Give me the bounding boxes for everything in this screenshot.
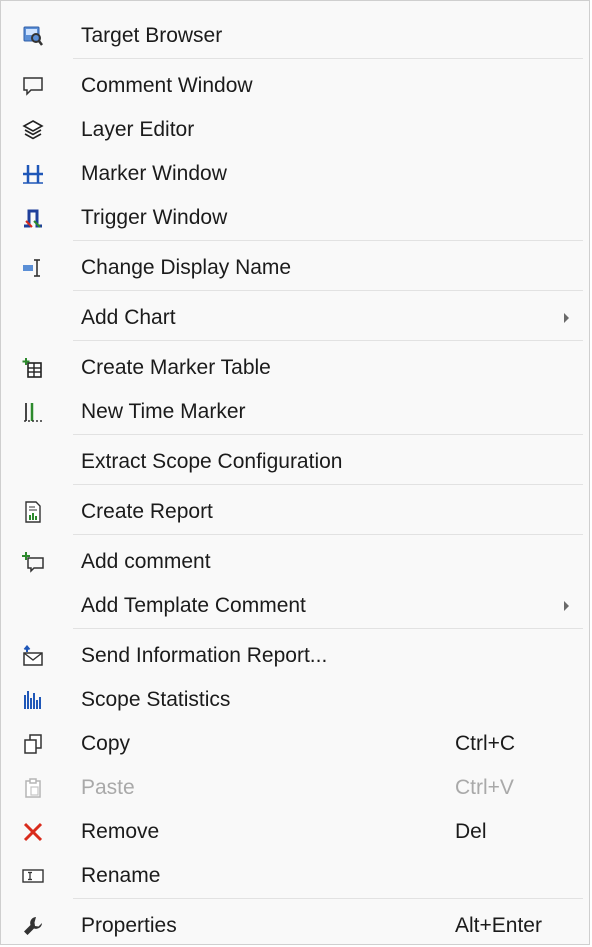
- menu-item-remove[interactable]: Remove Del: [9, 812, 581, 852]
- menu-item-label: Target Browser: [81, 24, 223, 47]
- menu-item-label: Create Marker Table: [81, 356, 271, 379]
- wrench-icon: [21, 914, 45, 938]
- layers-icon: [21, 118, 45, 142]
- rename-icon: [21, 864, 45, 888]
- menu-item-label: Create Report: [81, 500, 213, 523]
- menu-item-label: Change Display Name: [81, 256, 292, 279]
- menu-separator: [73, 534, 583, 535]
- menu-item-label: Copy: [81, 732, 131, 755]
- menu-item-trigger-window[interactable]: Trigger Window: [9, 198, 581, 238]
- shortcut-label: Ctrl+C: [455, 732, 516, 755]
- report-icon: [21, 500, 45, 524]
- menu-item-label: Rename: [81, 864, 161, 887]
- menu-item-label: Send Information Report...: [81, 644, 328, 667]
- marker-table-icon: [21, 356, 45, 380]
- copy-icon: [21, 732, 45, 756]
- add-comment-icon: [21, 550, 45, 574]
- menu-item-label: Layer Editor: [81, 118, 195, 141]
- target-browser-icon: [21, 24, 45, 48]
- menu-separator: [73, 434, 583, 435]
- menu-separator: [73, 898, 583, 899]
- menu-item-label: Add Template Comment: [81, 594, 306, 617]
- menu-item-new-time-marker[interactable]: New Time Marker: [9, 392, 581, 432]
- menu-item-rename[interactable]: Rename: [9, 856, 581, 896]
- menu-item-add-chart[interactable]: Add Chart: [9, 298, 581, 338]
- menu-item-properties[interactable]: Properties Alt+Enter: [9, 906, 581, 946]
- menu-item-label: Properties: [81, 914, 177, 937]
- trigger-icon: [21, 206, 45, 230]
- menu-item-paste[interactable]: Paste Ctrl+V: [9, 768, 581, 808]
- menu-item-label: Scope Statistics: [81, 688, 231, 711]
- menu-item-scope-statistics[interactable]: Scope Statistics: [9, 680, 581, 720]
- menu-item-label: Trigger Window: [81, 206, 228, 229]
- menu-item-change-display-name[interactable]: Change Display Name: [9, 248, 581, 288]
- shortcut-label: Ctrl+V: [455, 776, 514, 799]
- submenu-arrow-icon: [564, 601, 569, 611]
- menu-item-layer-editor[interactable]: Layer Editor: [9, 110, 581, 150]
- menu-separator: [73, 628, 583, 629]
- menu-separator: [73, 290, 583, 291]
- menu-item-label: Add comment: [81, 550, 211, 573]
- menu-item-extract-scope-configuration[interactable]: Extract Scope Configuration: [9, 442, 581, 482]
- menu-item-copy[interactable]: Copy Ctrl+C: [9, 724, 581, 764]
- menu-item-create-report[interactable]: Create Report: [9, 492, 581, 532]
- remove-icon: [21, 820, 45, 844]
- shortcut-label: Alt+Enter: [455, 914, 542, 937]
- menu-separator: [73, 58, 583, 59]
- menu-item-label: Remove: [81, 820, 160, 843]
- paste-icon: [21, 776, 45, 800]
- menu-item-add-template-comment[interactable]: Add Template Comment: [9, 586, 581, 626]
- menu-item-label: Comment Window: [81, 74, 253, 97]
- menu-item-label: Marker Window: [81, 162, 227, 185]
- menu-separator: [73, 484, 583, 485]
- menu-item-label: Add Chart: [81, 306, 176, 329]
- submenu-arrow-icon: [564, 313, 569, 323]
- statistics-icon: [21, 688, 45, 712]
- marker-icon: [21, 162, 45, 186]
- menu-separator: [73, 240, 583, 241]
- context-menu: Target Browser Comment Window Layer Edit…: [0, 0, 590, 945]
- send-report-icon: [21, 644, 45, 668]
- menu-item-send-information-report[interactable]: Send Information Report...: [9, 636, 581, 676]
- menu-item-comment-window[interactable]: Comment Window: [9, 66, 581, 106]
- menu-item-create-marker-table[interactable]: Create Marker Table: [9, 348, 581, 388]
- rename-display-icon: [21, 256, 45, 280]
- comment-icon: [21, 74, 45, 98]
- menu-separator: [73, 340, 583, 341]
- time-marker-icon: [21, 400, 45, 424]
- menu-item-marker-window[interactable]: Marker Window: [9, 154, 581, 194]
- shortcut-label: Del: [455, 820, 487, 843]
- menu-item-target-browser[interactable]: Target Browser: [9, 16, 581, 56]
- menu-item-add-comment[interactable]: Add comment: [9, 542, 581, 582]
- menu-item-label: New Time Marker: [81, 400, 246, 423]
- menu-item-label: Extract Scope Configuration: [81, 450, 343, 473]
- menu-item-label: Paste: [81, 776, 135, 799]
